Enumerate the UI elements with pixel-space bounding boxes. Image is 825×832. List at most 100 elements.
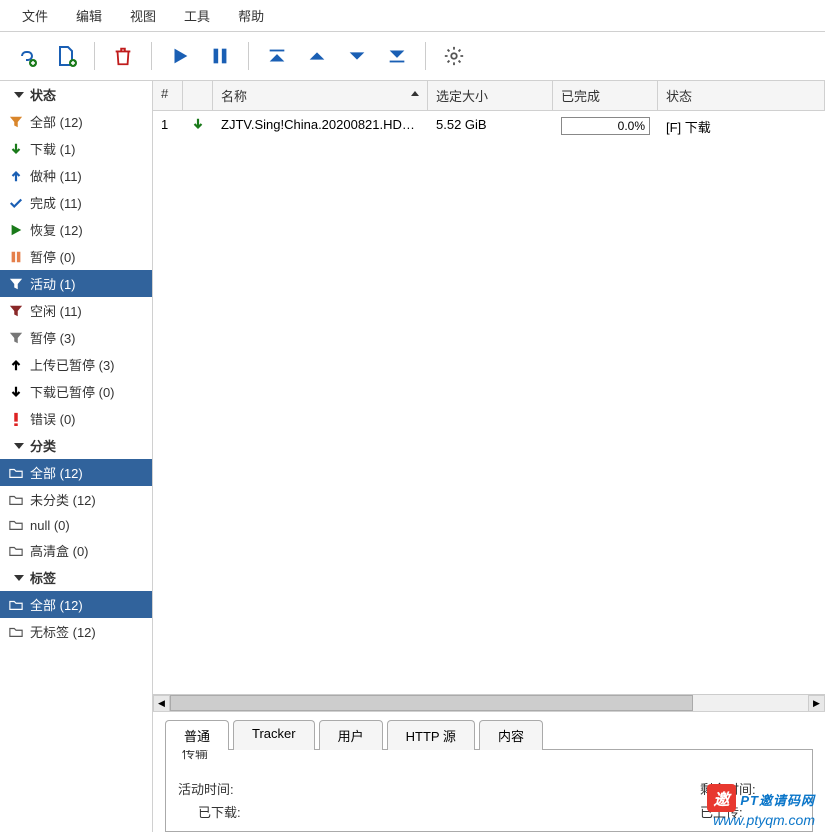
menu-tools[interactable]: 工具	[170, 2, 224, 29]
status-item[interactable]: 暂停 (3)	[0, 324, 152, 351]
tab-user[interactable]: 用户	[319, 720, 383, 750]
folder-icon	[8, 543, 24, 559]
play-icon	[8, 222, 24, 238]
category-header[interactable]: 分类	[0, 432, 152, 459]
status-item[interactable]: 上传已暂停 (3)	[0, 351, 152, 378]
folder-icon	[8, 517, 24, 533]
move-down-button[interactable]	[339, 38, 375, 74]
status-label: 下载 (1)	[30, 139, 76, 158]
active-time-value	[278, 779, 700, 798]
col-size[interactable]: 选定大小	[428, 81, 553, 110]
status-item[interactable]: 做种 (11)	[0, 162, 152, 189]
category-label: 全部 (12)	[30, 463, 83, 482]
chevron-down-icon	[14, 575, 24, 581]
status-item[interactable]: 空闲 (11)	[0, 297, 152, 324]
col-done[interactable]: 已完成	[553, 81, 658, 110]
tab-tracker[interactable]: Tracker	[233, 720, 315, 750]
download-icon	[183, 115, 213, 138]
col-icon[interactable]	[183, 81, 213, 110]
arrow-down-icon	[8, 141, 24, 157]
tab-general[interactable]: 普通	[165, 720, 229, 750]
scroll-track[interactable]	[170, 695, 808, 711]
folder-icon	[8, 624, 24, 640]
menu-file[interactable]: 文件	[8, 2, 62, 29]
toolbar	[0, 32, 825, 81]
arrow-up-icon	[8, 357, 24, 373]
tag-label: 无标签 (12)	[30, 622, 96, 641]
arrow-down-icon	[8, 384, 24, 400]
status-item[interactable]: 完成 (11)	[0, 189, 152, 216]
tag-header[interactable]: 标签	[0, 564, 152, 591]
move-top-button[interactable]	[259, 38, 295, 74]
status-label: 暂停 (0)	[30, 247, 76, 266]
folder-icon	[8, 492, 24, 508]
cell-name: ZJTV.Sing!China.20200821.HDTV...	[213, 115, 428, 138]
status-item[interactable]: 错误 (0)	[0, 405, 152, 432]
add-link-button[interactable]	[8, 38, 44, 74]
col-status[interactable]: 状态	[658, 81, 825, 110]
category-label: null (0)	[30, 518, 70, 533]
menu-edit[interactable]: 编辑	[62, 2, 116, 29]
delete-button[interactable]	[105, 38, 141, 74]
status-header[interactable]: 状态	[0, 81, 152, 108]
watermark-badge: 邀	[707, 784, 736, 812]
category-label: 未分类 (12)	[30, 490, 96, 509]
tag-header-label: 标签	[30, 568, 56, 587]
status-item[interactable]: 下载已暂停 (0)	[0, 378, 152, 405]
category-header-label: 分类	[30, 436, 56, 455]
downloaded-label: 已下载:	[178, 802, 278, 821]
scroll-thumb[interactable]	[170, 695, 693, 711]
sort-up-icon	[411, 91, 419, 96]
category-item[interactable]: 未分类 (12)	[0, 486, 152, 513]
horizontal-scrollbar[interactable]: ◀ ▶	[153, 694, 825, 711]
status-item[interactable]: 下载 (1)	[0, 135, 152, 162]
col-num[interactable]: #	[153, 81, 183, 110]
status-label: 全部 (12)	[30, 112, 83, 131]
menu-view[interactable]: 视图	[116, 2, 170, 29]
sidebar: 状态 全部 (12) 下载 (1) 做种 (11) 完成 (11) 恢复 (12) 暂停 …	[0, 81, 153, 832]
watermark-url: www.ptyqm.com	[707, 812, 815, 828]
filter-icon	[8, 303, 24, 319]
move-up-button[interactable]	[299, 38, 335, 74]
tag-item[interactable]: 全部 (12)	[0, 591, 152, 618]
status-label: 恢复 (12)	[30, 220, 83, 239]
status-label: 暂停 (3)	[30, 328, 76, 347]
col-name[interactable]: 名称	[213, 81, 428, 110]
scroll-left-button[interactable]: ◀	[153, 695, 170, 712]
chevron-down-icon	[14, 92, 24, 98]
category-item[interactable]: null (0)	[0, 513, 152, 537]
category-item[interactable]: 全部 (12)	[0, 459, 152, 486]
pause-icon	[8, 249, 24, 265]
tab-content[interactable]: 内容	[479, 720, 543, 750]
status-item[interactable]: 全部 (12)	[0, 108, 152, 135]
status-label: 错误 (0)	[30, 409, 76, 428]
separator	[425, 42, 426, 70]
category-item[interactable]: 高清盒 (0)	[0, 537, 152, 564]
filter-icon	[8, 114, 24, 130]
watermark-title: PT邀请码网	[740, 793, 815, 808]
status-item[interactable]: 活动 (1)	[0, 270, 152, 297]
add-file-button[interactable]	[48, 38, 84, 74]
check-icon	[8, 195, 24, 211]
chevron-down-icon	[14, 443, 24, 449]
filter-icon	[8, 276, 24, 292]
start-button[interactable]	[162, 38, 198, 74]
status-label: 空闲 (11)	[30, 301, 82, 320]
table-header: # 名称 选定大小 已完成 状态	[153, 81, 825, 111]
settings-button[interactable]	[436, 38, 472, 74]
scroll-right-button[interactable]: ▶	[808, 695, 825, 712]
tag-item[interactable]: 无标签 (12)	[0, 618, 152, 645]
status-item[interactable]: 恢复 (12)	[0, 216, 152, 243]
pause-button[interactable]	[202, 38, 238, 74]
table-row[interactable]: 1 ZJTV.Sing!China.20200821.HDTV... 5.52 …	[153, 111, 825, 142]
active-time-label: 活动时间:	[178, 779, 278, 798]
status-label: 完成 (11)	[30, 193, 82, 212]
status-item[interactable]: 暂停 (0)	[0, 243, 152, 270]
cell-size: 5.52 GiB	[428, 115, 553, 138]
status-header-label: 状态	[30, 85, 56, 104]
tab-http[interactable]: HTTP 源	[387, 720, 475, 750]
filter-icon	[8, 330, 24, 346]
menu-help[interactable]: 帮助	[224, 2, 278, 29]
move-bottom-button[interactable]	[379, 38, 415, 74]
status-label: 下载已暂停 (0)	[30, 382, 115, 401]
